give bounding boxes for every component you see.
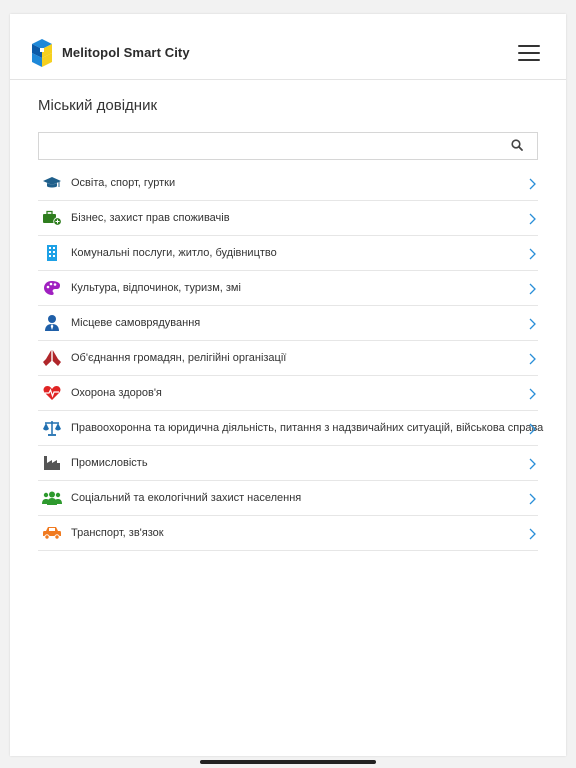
graduation-cap-icon (42, 174, 62, 192)
hamburger-menu-icon[interactable] (518, 45, 540, 61)
scales-icon (42, 419, 62, 437)
heartbeat-icon (42, 384, 62, 402)
home-indicator[interactable] (200, 760, 376, 764)
palette-icon (42, 279, 62, 297)
praying-hands-icon (42, 349, 62, 367)
list-item[interactable]: Комунальні послуги, житло, будівництво (38, 236, 538, 271)
list-item-label: Охорона здоров'я (71, 387, 162, 399)
list-item[interactable]: Охорона здоров'я (38, 376, 538, 411)
list-item[interactable]: Культура, відпочинок, туризм, змі (38, 271, 538, 306)
search-input[interactable] (45, 133, 509, 159)
app-frame: Melitopol Smart City Міський довідник Ос… (10, 14, 566, 756)
chevron-right-icon (529, 493, 536, 505)
building-icon (42, 244, 62, 262)
people-group-icon (42, 489, 62, 507)
melitopol-logo-icon[interactable] (32, 39, 52, 67)
list-item-label: Правоохоронна та юридична діяльність, пи… (71, 422, 544, 434)
chevron-right-icon (529, 283, 536, 295)
list-item-label: Культура, відпочинок, туризм, змі (71, 282, 241, 294)
car-icon (42, 524, 62, 542)
list-item[interactable]: Освіта, спорт, гуртки (38, 166, 538, 201)
brand-name[interactable]: Melitopol Smart City (62, 45, 190, 60)
header: Melitopol Smart City (10, 14, 566, 80)
list-item-label: Об'єднання громадян, релігійні організац… (71, 352, 287, 364)
chevron-right-icon (529, 423, 536, 435)
list-item[interactable]: Транспорт, зв'язок (38, 516, 538, 551)
list-item-label: Бізнес, захист прав споживачів (71, 212, 230, 224)
list-item-label: Промисловість (71, 457, 148, 469)
list-item[interactable]: Правоохоронна та юридична діяльність, пи… (38, 411, 543, 446)
list-item-label: Транспорт, зв'язок (71, 527, 164, 539)
chevron-right-icon (529, 248, 536, 260)
chevron-right-icon (529, 318, 536, 330)
chevron-right-icon (529, 458, 536, 470)
chevron-right-icon (529, 528, 536, 540)
list-item-label: Освіта, спорт, гуртки (71, 177, 176, 189)
list-item-label: Соціальний та екологічний захист населен… (71, 492, 302, 504)
list-item[interactable]: Місцеве самоврядування (38, 306, 538, 341)
search-bar (38, 132, 538, 160)
list-item-label: Місцеве самоврядування (71, 317, 201, 329)
list-item-label: Комунальні послуги, житло, будівництво (71, 247, 277, 259)
list-item[interactable]: Об'єднання громадян, релігійні організац… (38, 341, 538, 376)
chevron-right-icon (529, 213, 536, 225)
briefcase-icon (42, 209, 62, 227)
chevron-right-icon (529, 388, 536, 400)
factory-icon (42, 454, 62, 472)
chevron-right-icon (529, 178, 536, 190)
list-item[interactable]: Соціальний та екологічний захист населен… (38, 481, 538, 516)
chevron-right-icon (529, 353, 536, 365)
official-person-icon (42, 314, 62, 332)
page-title: Міський довідник (38, 97, 158, 114)
list-item[interactable]: Бізнес, захист прав споживачів (38, 201, 538, 236)
category-list: Освіта, спорт, гуртки Бізнес, захист пра… (38, 166, 543, 551)
list-item[interactable]: Промисловість (38, 446, 538, 481)
search-icon[interactable] (511, 139, 523, 151)
